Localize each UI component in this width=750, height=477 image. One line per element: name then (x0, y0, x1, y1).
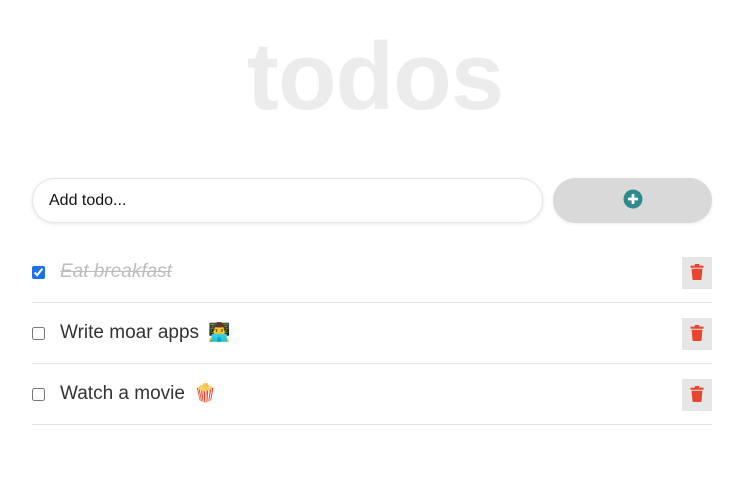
todo-item: Write moar apps 👨‍💻 (32, 303, 712, 364)
delete-todo-button[interactable] (682, 379, 712, 411)
todo-checkbox[interactable] (32, 387, 45, 401)
todo-label: Write moar apps (60, 322, 200, 343)
add-todo-input[interactable] (32, 178, 543, 223)
todo-list: Eat breakfast Write moar apps 👨‍💻 (32, 242, 712, 425)
todo-checkbox[interactable] (32, 265, 45, 279)
delete-todo-button[interactable] (682, 257, 712, 289)
todo-text: Watch a movie 🍿 (60, 383, 712, 405)
technologist-emoji: 👨‍💻 (208, 322, 231, 342)
todo-text: Write moar apps 👨‍💻 (60, 322, 712, 344)
trash-icon (690, 263, 704, 283)
todo-item: Eat breakfast (32, 242, 712, 303)
popcorn-emoji: 🍿 (194, 383, 217, 403)
todo-label: Eat breakfast (60, 261, 172, 282)
page-title: todos (246, 23, 504, 130)
add-todo-button[interactable] (553, 178, 712, 223)
todo-text: Eat breakfast (60, 261, 712, 283)
plus-circle-icon (623, 189, 643, 212)
todo-label: Watch a movie (60, 383, 185, 404)
todo-checkbox[interactable] (32, 326, 45, 340)
todo-app: todos Eat breakfast (0, 0, 750, 477)
todo-item: Watch a movie 🍿 (32, 364, 712, 425)
delete-todo-button[interactable] (682, 318, 712, 350)
trash-icon (690, 385, 704, 405)
trash-icon (690, 324, 704, 344)
